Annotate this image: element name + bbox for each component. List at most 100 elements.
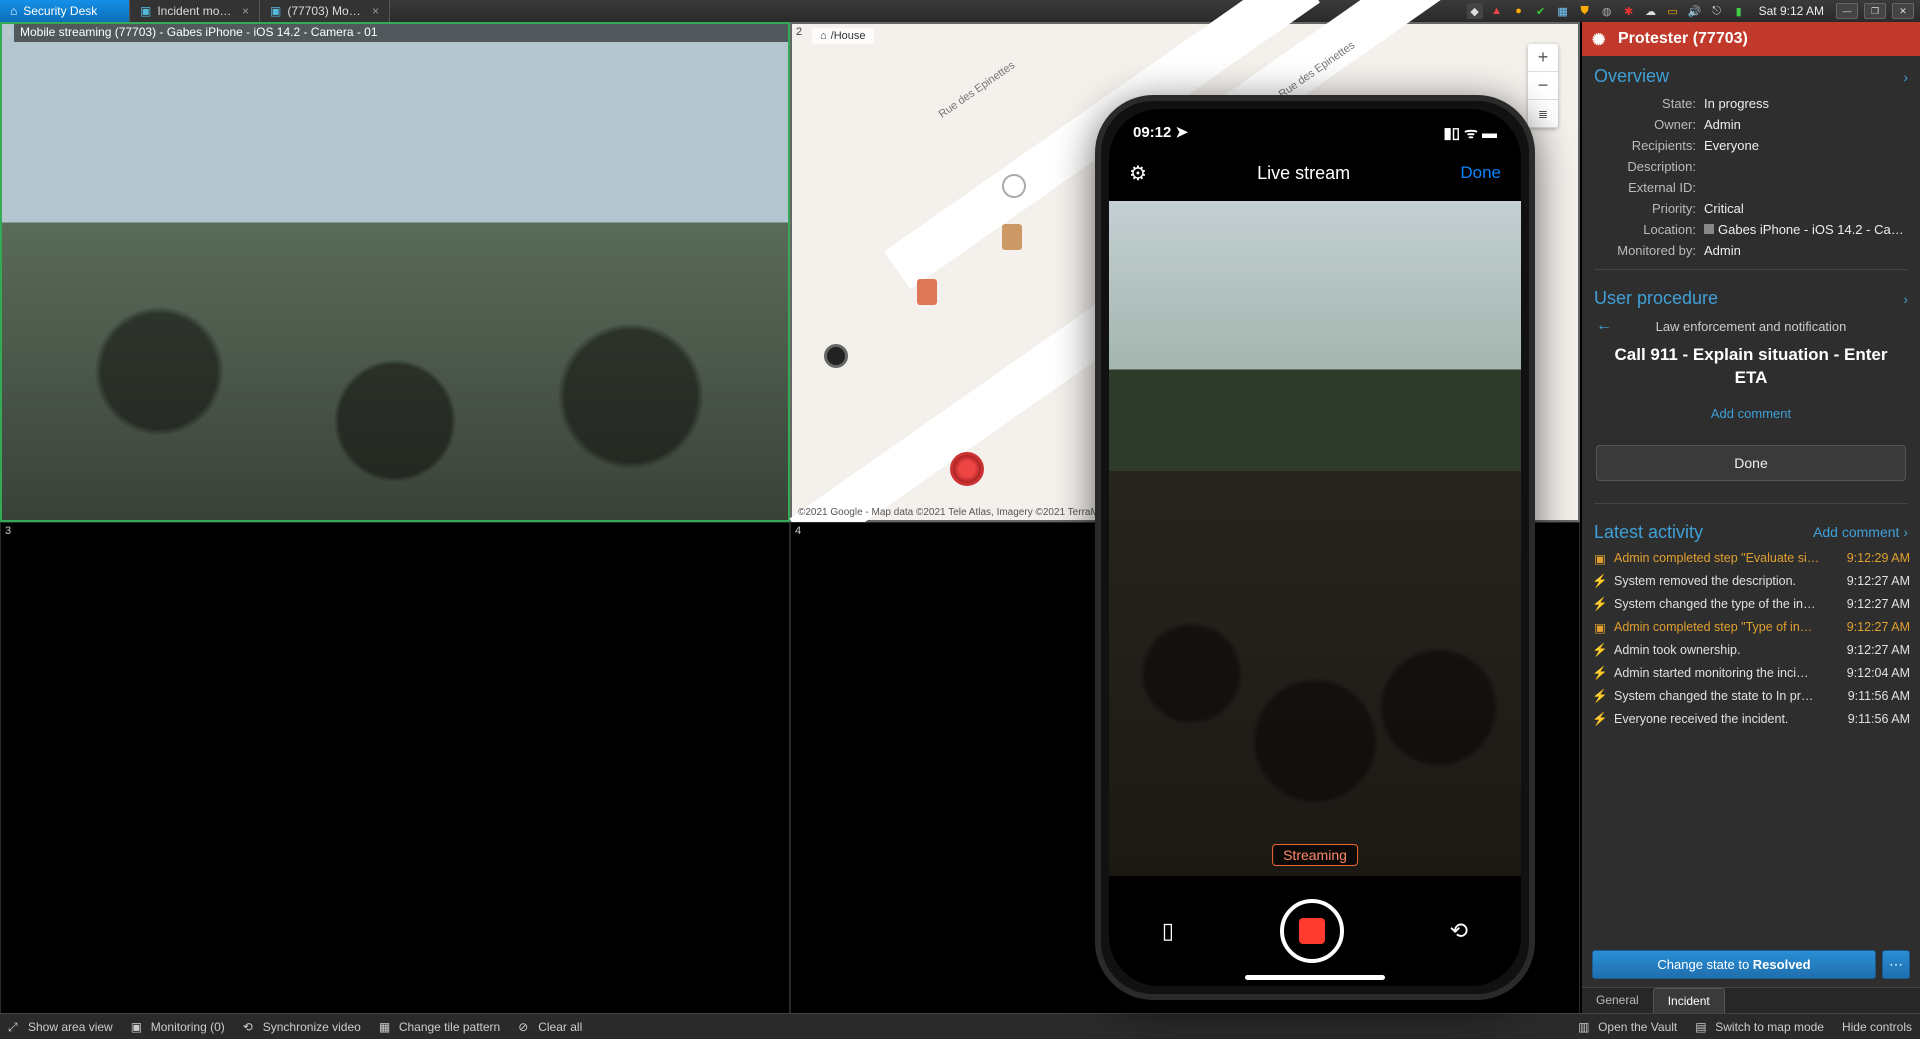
phone-mockup: 09:12 ➤ ▮▯ ᯤ ▬ ⚙ Live stream Done Stream… [1095, 95, 1535, 1000]
overview-heading[interactable]: Overview › [1582, 56, 1920, 93]
procedure-done-button[interactable]: Done [1596, 445, 1906, 481]
show-area-view-button[interactable]: ⤢Show area view [8, 1020, 113, 1034]
camera-switch-icon[interactable]: ⟲ [1450, 918, 1468, 944]
activity-row[interactable]: ⚡Everyone received the incident.9:11:56 … [1592, 708, 1910, 731]
map-pin-person[interactable] [1002, 174, 1026, 198]
tab-label: Incident mo… [157, 4, 231, 18]
tray-icon[interactable]: ◍ [1599, 3, 1615, 19]
breadcrumb-path: /House [831, 30, 866, 42]
phone-title: Live stream [1257, 163, 1350, 184]
tray-icon[interactable]: ● [1511, 3, 1527, 19]
grid-icon: ▦ [379, 1020, 393, 1034]
tab-incident[interactable]: Incident [1653, 988, 1725, 1013]
check-icon: ▣ [1592, 620, 1608, 635]
change-state-button[interactable]: Change state to Resolved [1592, 950, 1876, 979]
tab-incident-mo[interactable]: ▣ Incident mo… × [130, 0, 260, 22]
tray-icon[interactable]: ⎋ [1709, 3, 1725, 19]
activity-list: ▣ Admin completed step "Evaluate si… 9:12:… [1582, 547, 1920, 942]
tab-general[interactable]: General [1582, 988, 1653, 1013]
map-layers-button[interactable]: ≣ [1528, 100, 1558, 128]
activity-timestamp: 9:11:56 AM [1848, 712, 1910, 726]
activity-row[interactable]: ▣Admin completed step "Type of in…9:12:2… [1592, 616, 1910, 639]
phone-signal-icons: ▮▯ ᯤ ▬ [1443, 123, 1497, 143]
tray-icon[interactable]: ✔ [1533, 3, 1549, 19]
window-restore-button[interactable]: ❐ [1864, 3, 1886, 19]
tile-pattern-button[interactable]: ▦Change tile pattern [379, 1020, 500, 1034]
display-icon[interactable]: ▭ [1665, 3, 1681, 19]
window-close-button[interactable]: ✕ [1892, 3, 1914, 19]
tab-77703-mo[interactable]: ▣ (77703) Mo… × [260, 0, 390, 22]
tab-security-desk[interactable]: ⌂ Security Desk [0, 0, 130, 22]
change-state-row: Change state to Resolved ⋯ [1582, 942, 1920, 987]
activity-row[interactable]: ⚡Admin took ownership.9:12:27 AM [1592, 639, 1910, 662]
tile-1-camera-feed[interactable]: 1 Mobile streaming (77703) - Gabes iPhon… [0, 22, 790, 522]
tile-3-empty[interactable]: 3 [0, 522, 790, 1014]
close-icon[interactable]: × [242, 4, 249, 18]
monitor-icon: ▣ [131, 1020, 145, 1034]
phone-done-button[interactable]: Done [1460, 163, 1501, 183]
field-value: Everyone [1704, 138, 1908, 153]
home-icon: ⌂ [820, 30, 827, 42]
zoom-in-button[interactable]: + [1528, 44, 1558, 72]
hide-controls-button[interactable]: Hide controls [1842, 1020, 1912, 1034]
window-minimize-button[interactable]: — [1836, 3, 1858, 19]
flashlight-icon[interactable]: ▯ [1162, 918, 1174, 944]
map-pin-alarm[interactable] [950, 452, 984, 486]
field-value: Critical [1704, 201, 1908, 216]
zoom-out-button[interactable]: − [1528, 72, 1558, 100]
home-indicator[interactable] [1245, 975, 1385, 980]
incident-title: Protester (77703) [1618, 30, 1748, 48]
change-state-more-button[interactable]: ⋯ [1882, 950, 1910, 979]
volume-icon[interactable]: 🔊 [1687, 3, 1703, 19]
shield-icon[interactable]: ⛊ [1577, 3, 1593, 19]
activity-row[interactable]: ▣Admin completed step "Evaluate si…9:12:… [1592, 547, 1910, 570]
record-button[interactable] [1280, 899, 1344, 963]
map-pin-door[interactable] [1002, 224, 1022, 250]
tab-label: Security Desk [23, 4, 97, 18]
map-pin-door[interactable] [917, 279, 937, 305]
phone-toolbar: ▯ ⟲ [1109, 876, 1521, 986]
activity-row[interactable]: ⚡System removed the description.9:12:27 … [1592, 570, 1910, 593]
tray-icon[interactable]: ✱ [1621, 3, 1637, 19]
field-label: Recipients: [1594, 138, 1704, 153]
activity-timestamp: 9:12:27 AM [1847, 574, 1910, 588]
bolt-icon: ⚡ [1592, 666, 1608, 681]
divider [1594, 269, 1908, 270]
section-title: Latest activity [1594, 522, 1703, 543]
latest-activity-heading: Latest activity Add comment › [1582, 512, 1920, 547]
clear-all-button[interactable]: ⊘Clear all [518, 1020, 582, 1034]
battery-icon[interactable]: ▮ [1731, 3, 1747, 19]
activity-row[interactable]: ⚡System changed the type of the in…9:12:… [1592, 593, 1910, 616]
back-arrow-icon[interactable]: ← [1596, 317, 1612, 335]
incident-icon: ▣ [140, 4, 151, 18]
activity-row[interactable]: ⚡Admin started monitoring the inci…9:12:… [1592, 662, 1910, 685]
incident-icon: ▣ [270, 4, 281, 18]
expand-icon: ⤢ [8, 1020, 22, 1034]
switch-map-mode-button[interactable]: ▤Switch to map mode [1695, 1020, 1824, 1034]
status-bar: ⤢Show area view ▣Monitoring (0) ⟲Synchro… [0, 1013, 1920, 1039]
gear-icon[interactable]: ⚙ [1129, 161, 1147, 186]
sync-video-button[interactable]: ⟲Synchronize video [243, 1020, 361, 1034]
open-vault-button[interactable]: ▥Open the Vault [1578, 1020, 1677, 1034]
close-icon[interactable]: × [372, 4, 379, 18]
map-pin-camera[interactable] [824, 344, 848, 368]
network-icon[interactable]: ☁ [1643, 3, 1659, 19]
map-zoom-controls: + − ≣ [1528, 44, 1558, 128]
tray-icon[interactable]: ◆ [1467, 3, 1483, 19]
activity-text: Admin completed step "Evaluate si… [1614, 551, 1841, 565]
link-icon: ⟲ [243, 1020, 257, 1034]
vault-icon: ▥ [1578, 1020, 1592, 1034]
map-breadcrumb[interactable]: ⌂ /House [812, 28, 874, 44]
clock[interactable]: Sat 9:12 AM [1753, 4, 1830, 18]
procedure-heading[interactable]: User procedure › [1582, 278, 1920, 315]
add-comment-link[interactable]: Add comment [1582, 396, 1920, 431]
field-value [1704, 159, 1908, 174]
tile-index: 1 [6, 26, 12, 38]
tray-icon[interactable]: ▦ [1555, 3, 1571, 19]
add-comment-link[interactable]: Add comment › [1813, 524, 1908, 540]
tray-icon[interactable]: ▲ [1489, 3, 1505, 19]
activity-row[interactable]: ⚡System changed the state to In pr…9:11:… [1592, 685, 1910, 708]
phone-nav-bar: ⚙ Live stream Done [1109, 151, 1521, 195]
tile-header: Mobile streaming (77703) - Gabes iPhone … [14, 24, 788, 42]
monitoring-button[interactable]: ▣Monitoring (0) [131, 1020, 225, 1034]
